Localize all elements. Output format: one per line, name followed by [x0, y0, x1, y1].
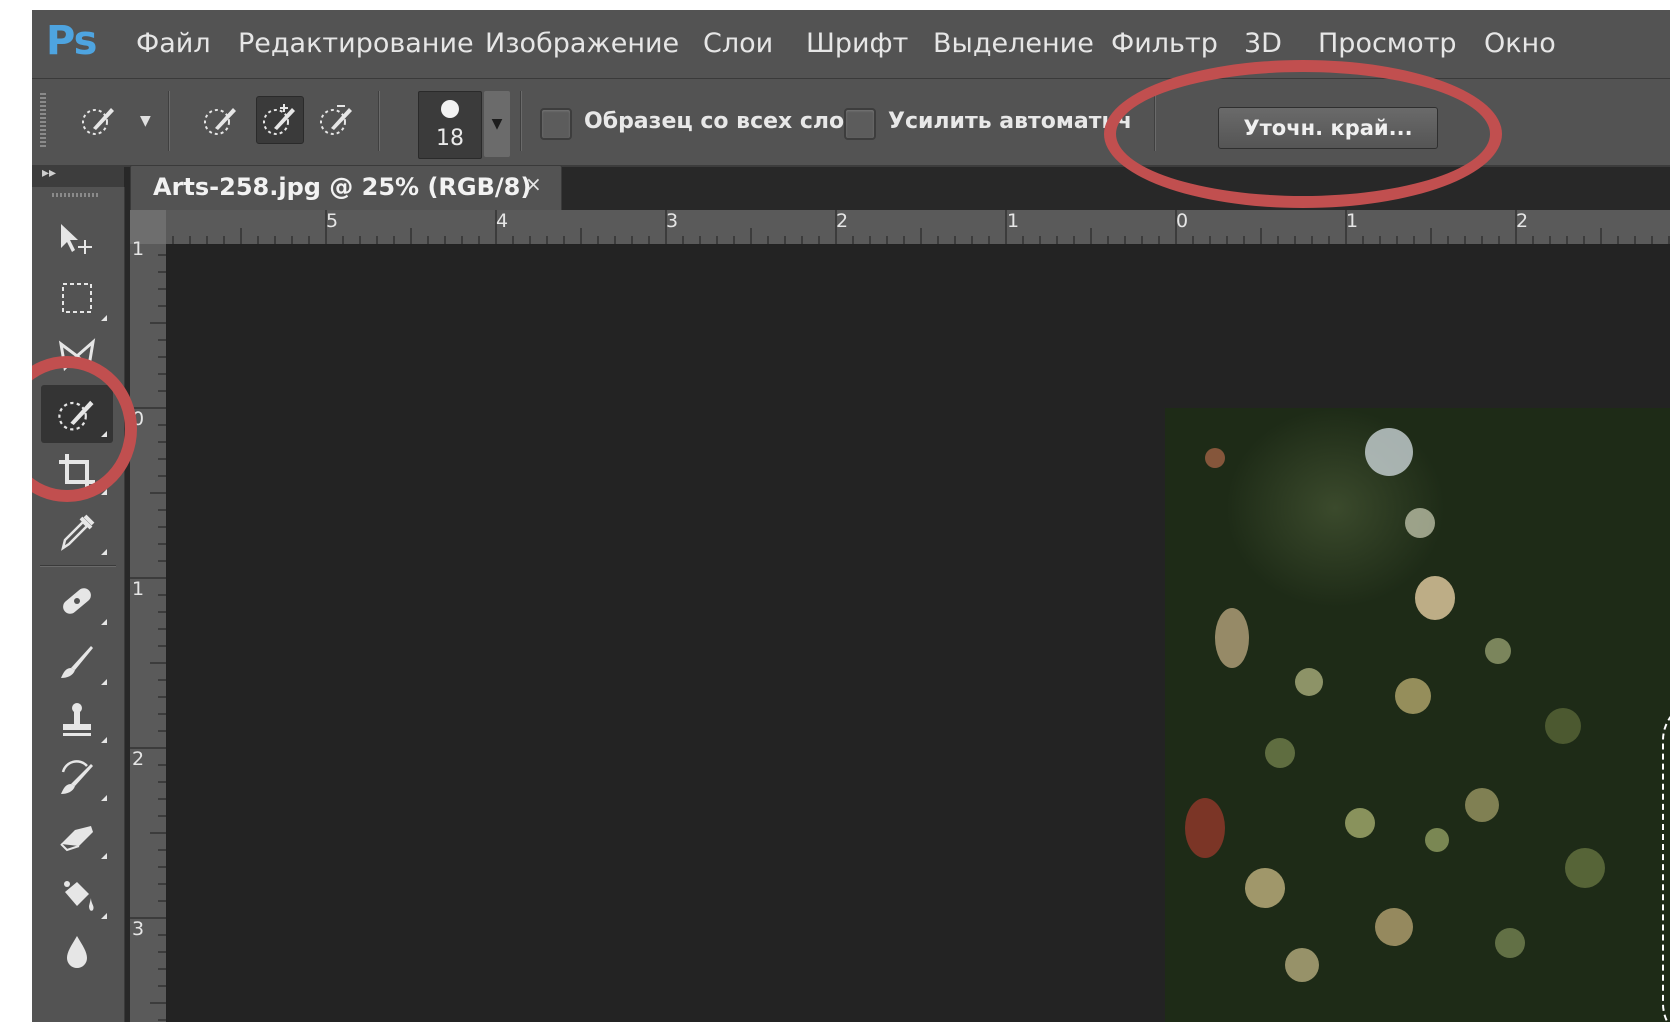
new-selection-button[interactable] — [198, 97, 244, 143]
add-to-selection-icon — [263, 104, 295, 135]
menu-edit[interactable]: Редактирование — [238, 28, 474, 59]
collapse-panel-icon[interactable]: ▸▸ — [42, 165, 56, 181]
menu-bar: Ps Файл Редактирование Изображение Слои … — [32, 10, 1670, 79]
tools-panel — [32, 187, 125, 1022]
ruler-label: 1 — [132, 238, 145, 260]
quick-selection-icon — [82, 108, 114, 135]
photo-image[interactable] — [1165, 408, 1670, 1022]
options-bar-grip[interactable] — [40, 93, 46, 149]
ruler-label: 1 — [132, 578, 145, 600]
ruler-label: 1 — [1007, 210, 1020, 232]
ruler-label: 2 — [132, 748, 145, 770]
horizontal-ruler[interactable]: 5 4 3 2 1 0 1 2 — [166, 210, 1670, 245]
paint-bucket-tool-icon — [64, 881, 94, 911]
document-tab[interactable]: Arts-258.jpg @ 25% (RGB/8) × — [130, 165, 562, 211]
quick-selection-tool-button[interactable] — [41, 385, 113, 443]
history-brush-tool-icon — [61, 760, 93, 794]
menu-window[interactable]: Окно — [1484, 28, 1556, 59]
blur-tool-button[interactable] — [41, 923, 113, 981]
separator — [40, 565, 116, 567]
ruler-label: 5 — [326, 210, 339, 232]
brush-tool-button[interactable] — [41, 633, 113, 691]
panel-grip[interactable] — [52, 193, 100, 197]
brush-size-value: 18 — [436, 126, 464, 151]
toolbar-header[interactable]: ▸▸ — [32, 165, 124, 187]
document-title: Arts-258.jpg @ 25% (RGB/8) — [153, 173, 532, 201]
ruler-ticks — [130, 254, 166, 1021]
chevron-down-icon: ▼ — [491, 116, 503, 132]
subtract-from-selection-button[interactable] — [314, 97, 360, 143]
lasso-tool-button[interactable] — [41, 327, 113, 385]
separator — [168, 91, 170, 151]
eyedropper-tool-button[interactable] — [41, 503, 113, 561]
ruler-label: 3 — [132, 918, 145, 940]
chevron-down-icon[interactable]: ▼ — [140, 113, 151, 129]
sample-all-layers-label: Образец со всех слоев — [584, 109, 873, 134]
eyedropper-tool-icon — [61, 514, 95, 551]
brush-tip-icon — [441, 100, 459, 118]
refine-edge-button[interactable]: Уточн. край... — [1218, 107, 1438, 149]
auto-enhance-checkbox[interactable] — [844, 108, 876, 140]
tool-preset-picker[interactable] — [76, 97, 122, 143]
ruler-label: 1 — [1346, 210, 1359, 232]
eraser-tool-button[interactable] — [41, 807, 113, 865]
crop-tool-button[interactable] — [41, 443, 113, 501]
ruler-label: 0 — [132, 408, 145, 430]
blur-tool-icon — [67, 936, 87, 968]
eraser-tool-icon — [60, 826, 93, 852]
menu-type[interactable]: Шрифт — [806, 28, 908, 59]
healing-brush-tool-icon — [63, 588, 91, 614]
ruler-label: 2 — [836, 210, 849, 232]
separator — [1154, 91, 1156, 151]
ruler-label: 2 — [1516, 210, 1529, 232]
ruler-label: 4 — [496, 210, 509, 232]
clone-stamp-tool-icon — [63, 703, 91, 736]
brush-size-picker[interactable]: 18 — [418, 91, 482, 159]
auto-enhance-label: Усилить автоматически — [888, 109, 1132, 134]
vertical-ruler[interactable]: 1 0 1 2 3 — [130, 238, 167, 1022]
lasso-tool-icon — [58, 338, 96, 372]
separator — [520, 91, 522, 151]
move-tool-button[interactable] — [41, 209, 113, 267]
history-brush-tool-button[interactable] — [41, 749, 113, 807]
subtract-from-selection-icon — [320, 105, 352, 135]
marquee-tool-button[interactable] — [41, 269, 113, 327]
selection-marquee[interactable] — [1662, 700, 1670, 1022]
ruler-label: 0 — [1176, 210, 1189, 232]
menu-select[interactable]: Выделение — [933, 28, 1094, 59]
ruler-label: 3 — [666, 210, 679, 232]
brush-picker-dropdown[interactable]: ▼ — [484, 91, 510, 157]
photoshop-logo: Ps — [46, 18, 97, 64]
menu-3d[interactable]: 3D — [1244, 28, 1282, 59]
menu-file[interactable]: Файл — [136, 28, 211, 59]
ruler-ticks — [172, 210, 1670, 244]
sample-all-layers-checkbox[interactable] — [540, 108, 572, 140]
options-bar: ▼ 18 ▼ Образец со всех слоев Усилить авт… — [32, 79, 1670, 167]
new-selection-icon — [204, 108, 236, 135]
add-to-selection-button[interactable] — [256, 96, 304, 144]
photoshop-window: Ps Файл Редактирование Изображение Слои … — [32, 10, 1670, 1022]
clone-stamp-tool-button[interactable] — [41, 691, 113, 749]
move-tool-icon — [61, 224, 92, 254]
separator — [378, 91, 380, 151]
healing-brush-tool-button[interactable] — [41, 573, 113, 631]
menu-filter[interactable]: Фильтр — [1111, 28, 1218, 59]
quick-selection-tool-icon — [58, 400, 94, 431]
paint-bucket-tool-button[interactable] — [41, 867, 113, 925]
menu-view[interactable]: Просмотр — [1318, 28, 1457, 59]
close-icon[interactable]: × — [525, 172, 542, 196]
menu-layers[interactable]: Слои — [703, 28, 773, 59]
menu-image[interactable]: Изображение — [485, 28, 679, 59]
brush-tool-icon — [61, 646, 93, 678]
marquee-tool-icon — [62, 283, 92, 313]
crop-tool-icon — [59, 454, 95, 490]
